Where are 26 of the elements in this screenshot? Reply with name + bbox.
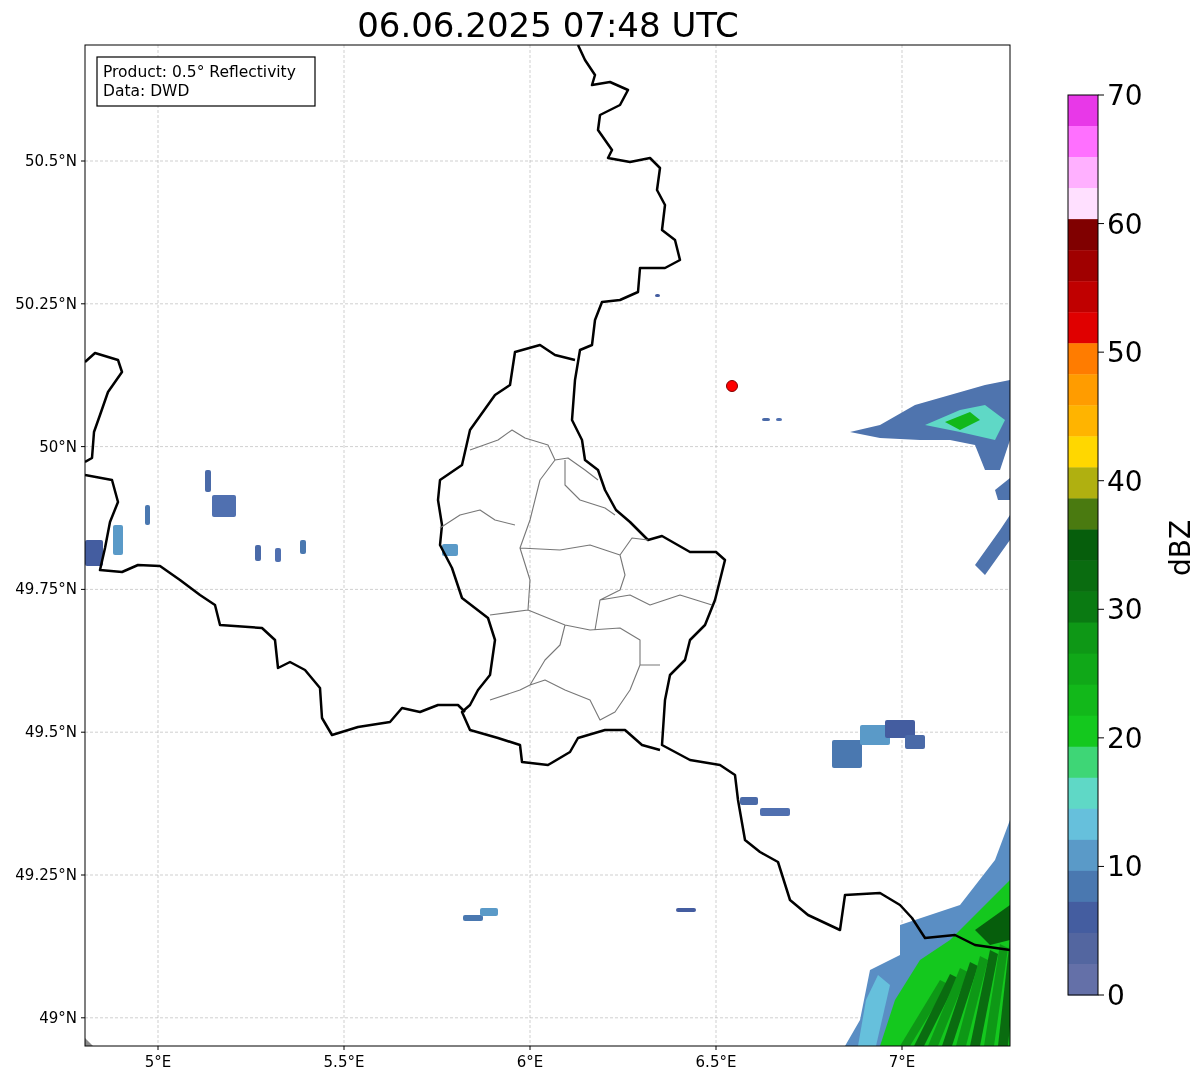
longitude-tick-label: 6.5°E bbox=[695, 1053, 737, 1071]
location-marker bbox=[726, 380, 738, 392]
longitude-tick-label: 5°E bbox=[144, 1053, 172, 1071]
info-text: Product: 0.5° Reflectivity bbox=[103, 63, 296, 81]
longitude-tick-label: 7°E bbox=[888, 1053, 916, 1071]
latitude-tick-label: 50°N bbox=[39, 437, 77, 456]
latitude-tick-label: 49.25°N bbox=[15, 866, 77, 884]
corner-mark bbox=[85, 1038, 93, 1046]
colorbar-tick-label: 10 bbox=[1107, 850, 1143, 884]
colorbar-label: dBZ bbox=[1164, 519, 1197, 577]
colorbar-tick-label: 70 bbox=[1107, 79, 1143, 112]
latitude-tick-label: 50.25°N bbox=[15, 294, 77, 313]
colorbar-tick-label: 20 bbox=[1107, 721, 1143, 755]
longitude-tick-label: 5.5°E bbox=[323, 1053, 365, 1071]
colorbar-tick-label: 0 bbox=[1107, 979, 1125, 1012]
colorbar-tick-label: 60 bbox=[1107, 207, 1143, 241]
longitude-tick-label: 6°E bbox=[516, 1053, 544, 1071]
colorbar-tick-label: 50 bbox=[1107, 336, 1143, 370]
colorbar-tick-label: 40 bbox=[1107, 464, 1143, 498]
info-text: Data: DWD bbox=[103, 82, 190, 100]
plot-title: 06.06.2025 07:48 UTC bbox=[357, 5, 739, 45]
colorbar-tick-label: 30 bbox=[1107, 593, 1143, 627]
latitude-tick-label: 49.5°N bbox=[24, 723, 77, 742]
latitude-tick-label: 49°N bbox=[39, 1008, 77, 1027]
latitude-tick-label: 49.75°N bbox=[15, 580, 77, 599]
latitude-tick-label: 50.5°N bbox=[24, 152, 77, 170]
